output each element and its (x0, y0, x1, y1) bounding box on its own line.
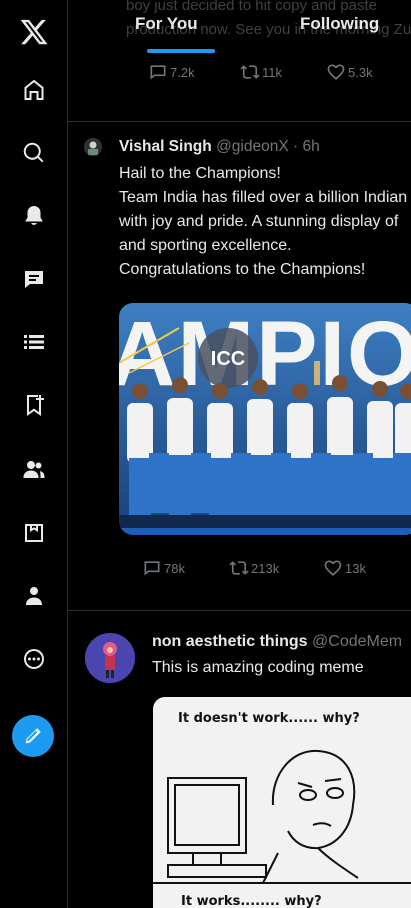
post-header: non aesthetic things @CodeMem (152, 633, 402, 651)
repost-button[interactable]: 213k (229, 558, 279, 578)
author-name[interactable]: Vishal Singh (119, 138, 212, 155)
post-text: Hail to the Champions! Team India has fi… (119, 165, 408, 278)
more-icon (23, 649, 44, 669)
timeline-tabs: boy just decided to hit copy and paste p… (68, 0, 411, 53)
repost-icon (240, 65, 260, 79)
lists-icon (23, 335, 44, 349)
sidebar-item-messages[interactable] (0, 257, 67, 301)
post-actions: 7.2k 11k 5.3k (68, 62, 411, 86)
post-time[interactable]: · 6h (293, 138, 320, 155)
post-divider (68, 121, 411, 122)
avatar-image (85, 633, 135, 683)
feather-pen-icon (25, 728, 41, 744)
heart-icon (324, 560, 342, 576)
main-timeline: boy just decided to hit copy and paste p… (68, 0, 411, 908)
sidebar-item-premium[interactable] (0, 511, 67, 555)
post-divider (68, 610, 411, 611)
messages-icon (24, 271, 43, 288)
author-handle[interactable]: @CodeMem (312, 633, 402, 650)
sidebar-item-communities[interactable] (0, 447, 67, 491)
reply-button[interactable]: 78k (142, 558, 185, 578)
author-name[interactable]: non aesthetic things (152, 633, 308, 650)
sidebar-item-notifications[interactable] (0, 194, 67, 238)
post-header: Vishal Singh @gideonX · 6h (119, 138, 320, 156)
meme-drawing (153, 749, 411, 884)
reply-icon (150, 65, 166, 80)
sidebar (0, 0, 68, 908)
meme-bottom-caption: It works........ why? (181, 894, 322, 908)
post-actions: 78k 213k 13k (68, 558, 411, 582)
tab-for-you[interactable]: For You (135, 14, 198, 34)
sidebar-item-lists[interactable] (0, 320, 67, 364)
home-icon (24, 79, 43, 100)
bookmarks-icon (26, 395, 44, 416)
champions-photo: AMPIONS ICC (119, 303, 411, 535)
avatar-image (84, 138, 102, 156)
sidebar-item-explore[interactable] (0, 131, 67, 175)
compose-post-button[interactable] (12, 715, 54, 757)
bell-icon (24, 206, 43, 225)
meme-top-caption: It doesn't work...... why? (178, 711, 360, 726)
heart-icon (327, 64, 345, 80)
sidebar-item-more[interactable] (0, 637, 67, 681)
x-logo-icon (20, 19, 48, 45)
post-image[interactable]: AMPIONS ICC (119, 303, 411, 535)
active-tab-indicator (147, 49, 215, 53)
reply-icon (144, 561, 160, 576)
profile-icon (25, 587, 42, 605)
like-button[interactable]: 5.3k (326, 62, 373, 82)
post-text: This is amazing coding meme (152, 659, 364, 676)
x-logo[interactable] (0, 8, 67, 56)
author-handle[interactable]: @gideonX (216, 138, 289, 155)
premium-icon (24, 524, 43, 542)
reply-button[interactable]: 7.2k (148, 62, 195, 82)
search-icon (23, 142, 43, 163)
like-button[interactable]: 13k (323, 558, 366, 578)
author-avatar[interactable] (85, 633, 135, 683)
communities-icon (23, 461, 44, 478)
post-image[interactable]: It doesn't work...... why? It works.....… (153, 697, 411, 908)
author-avatar[interactable] (84, 138, 102, 156)
sidebar-item-profile[interactable] (0, 574, 67, 618)
repost-icon (229, 561, 249, 575)
sidebar-item-bookmarks[interactable] (0, 383, 67, 427)
repost-button[interactable]: 11k (240, 62, 282, 82)
sidebar-item-home[interactable] (0, 68, 67, 112)
icc-logo-text: ICC (211, 348, 245, 370)
tab-following[interactable]: Following (300, 14, 379, 34)
